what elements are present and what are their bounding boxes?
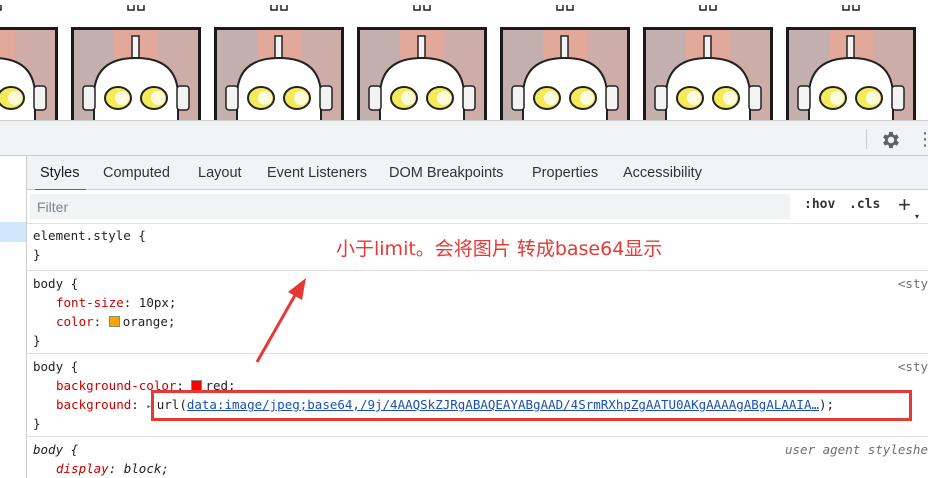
selector-text[interactable]: element.style {: [33, 228, 146, 243]
style-property[interactable]: font-size: 10px;: [56, 293, 176, 312]
brace-text: }: [33, 247, 41, 262]
brace-text: }: [33, 333, 41, 348]
styles-pane: Styles Computed Layout Event Listeners D…: [27, 156, 928, 478]
background-tile: [500, 27, 630, 120]
tab-properties[interactable]: Properties: [532, 156, 598, 190]
background-tile-partial: [698, 0, 718, 11]
sidebar-tabs: Styles Computed Layout Event Listeners D…: [27, 156, 928, 191]
tab-computed[interactable]: Computed: [103, 156, 170, 190]
selector-text[interactable]: body {: [33, 442, 78, 457]
property-name[interactable]: font-size: [56, 295, 124, 310]
background-tile: [0, 27, 58, 120]
rule-selector[interactable]: body {: [33, 274, 78, 293]
background-tile: [643, 27, 773, 120]
background-tile-partial: [841, 0, 861, 11]
tab-layout[interactable]: Layout: [198, 156, 242, 190]
rule-selector[interactable]: element.style {: [33, 226, 146, 245]
rule-source-label: user agent styleshe: [785, 442, 928, 457]
new-style-rule-button[interactable]: +: [898, 192, 911, 218]
background-tile: [357, 27, 487, 120]
brace-text: }: [33, 416, 41, 431]
tab-styles[interactable]: Styles: [35, 156, 85, 191]
annotation-arrow: [255, 278, 306, 363]
background-tile-partial: [269, 0, 289, 11]
class-toggle[interactable]: .cls: [849, 197, 880, 212]
rule-body-user-agent: body { user agent styleshe display: bloc…: [27, 437, 928, 478]
tab-accessibility[interactable]: Accessibility: [623, 156, 702, 190]
rule-body-1: body { <sty font-size: 10px; color: oran…: [27, 271, 928, 354]
rule-close-brace: }: [33, 331, 41, 350]
kebab-menu-icon[interactable]: ⋮: [916, 127, 928, 151]
background-tile-partial: [126, 0, 146, 11]
filter-input[interactable]: [30, 194, 790, 219]
elements-panel: [0, 156, 27, 478]
background-tile: [786, 27, 916, 120]
property-value[interactable]: 10px;: [139, 295, 177, 310]
color-swatch[interactable]: [108, 316, 120, 327]
background-tile-partial: [555, 0, 575, 11]
rule-close-brace: }: [33, 414, 41, 433]
property-value[interactable]: orange;: [123, 314, 176, 329]
selector-text[interactable]: body {: [33, 276, 78, 291]
rule-close-brace: }: [33, 245, 41, 264]
style-property: display: block;: [56, 461, 169, 476]
rule-source-link[interactable]: <sty: [898, 357, 928, 376]
annotation-text: 小于limit。会将图片 转成base64显示: [336, 238, 663, 260]
tab-dom-breakpoints[interactable]: DOM Breakpoints: [389, 156, 503, 190]
toolbar-separator: [866, 129, 867, 149]
selected-node-highlight[interactable]: [0, 222, 26, 242]
rule-selector[interactable]: body {: [33, 440, 78, 459]
property-name[interactable]: color: [56, 314, 94, 329]
background-tile-partial: [412, 0, 432, 11]
property-name[interactable]: background: [56, 397, 131, 412]
rule-selector[interactable]: body {: [33, 357, 78, 376]
style-property[interactable]: color: orange;: [56, 312, 175, 331]
property-name: display: [56, 461, 109, 476]
hover-state-toggle[interactable]: :hov: [804, 197, 835, 212]
chevron-down-icon[interactable]: ▾: [915, 212, 919, 221]
selector-text[interactable]: body {: [33, 359, 78, 374]
annotation-highlight-box: [151, 390, 912, 421]
background-tile: [214, 27, 344, 120]
tab-event-listeners[interactable]: Event Listeners: [267, 156, 367, 190]
devtools-toolbar: ⋮: [0, 120, 928, 156]
gear-icon[interactable]: [880, 129, 902, 151]
background-tile-partial: [0, 0, 3, 11]
background-tile: [71, 27, 201, 120]
page-preview: [0, 0, 928, 120]
rule-source-link[interactable]: <sty: [898, 274, 928, 293]
property-value: block;: [123, 461, 169, 476]
filter-row: :hov .cls + ▾: [27, 190, 928, 224]
